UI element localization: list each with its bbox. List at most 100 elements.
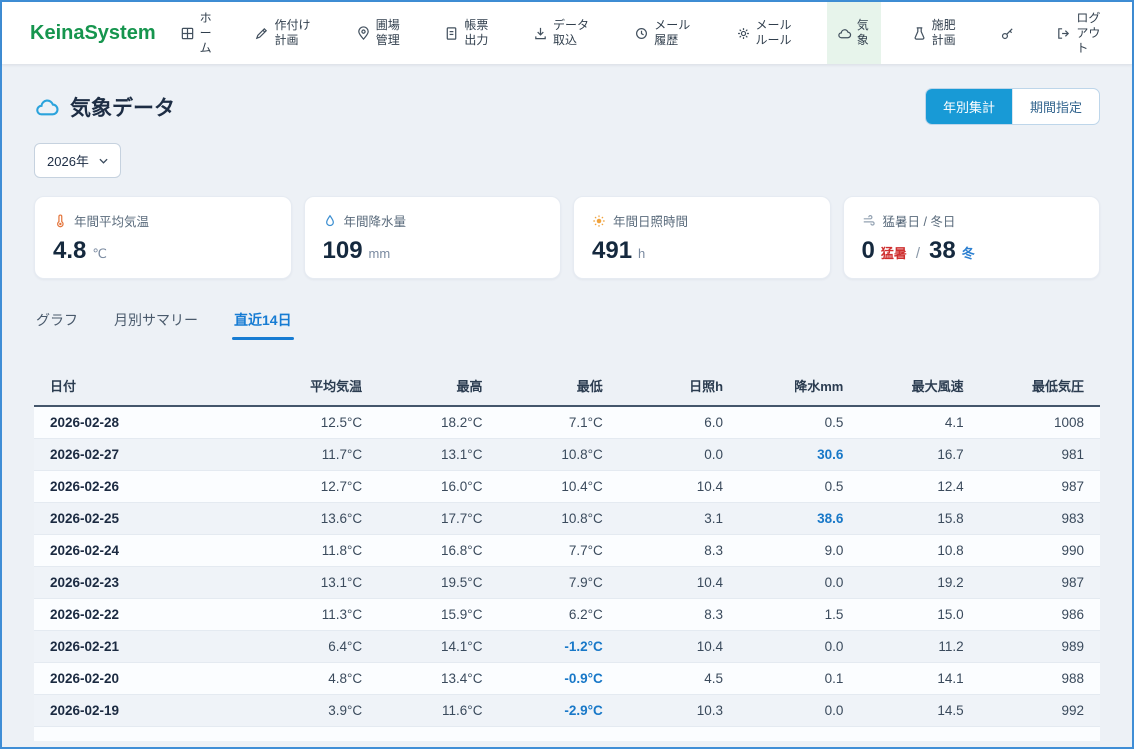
mail-rules-icon	[736, 26, 751, 41]
header-precipitation: 降水mm	[739, 366, 859, 406]
table-row: 2026-02-25 13.6°C 17.7°C 10.8°C 3.1 38.6…	[34, 503, 1100, 535]
cell-max-temp: 19.5°C	[378, 567, 498, 599]
cell-sunshine: 4.5	[619, 663, 739, 695]
field-management-icon	[356, 26, 371, 41]
header-max-wind: 最大風速	[859, 366, 979, 406]
year-select[interactable]: 2026年	[34, 143, 121, 178]
cell-min-temp: 7.9°C	[498, 567, 618, 599]
nav-item-data-import[interactable]: データ取込	[523, 2, 603, 64]
cold-days-value: 38	[929, 237, 956, 265]
cell-min-temp: 10.8°C	[498, 439, 618, 471]
header-min-pressure: 最低気圧	[980, 366, 1100, 406]
cell-precipitation: 30.6	[739, 439, 859, 471]
tab-monthly-summary[interactable]: 月別サマリー	[112, 304, 200, 340]
header-max-temp: 最高	[378, 366, 498, 406]
cell-min-pressure: 983	[980, 503, 1100, 535]
cell-min-temp: 10.4°C	[498, 471, 618, 503]
table-row: 2026-02-24 11.8°C 16.8°C 7.7°C 8.3 9.0 1…	[34, 535, 1100, 567]
cell-min-pressure: 989	[980, 631, 1100, 663]
nav-item-mail-history[interactable]: メール履歴	[624, 2, 704, 64]
nav-item-planting-plan[interactable]: 作付け計画	[244, 2, 324, 64]
cell-max-wind: 4.1	[859, 406, 979, 439]
cell-max-wind: 15.0	[859, 599, 979, 631]
cell-precipitation: 0.0	[739, 567, 859, 599]
cell-max-temp: 13.4°C	[378, 663, 498, 695]
nav-item-fertilization-plan[interactable]: 施肥計画	[902, 2, 970, 64]
cell-min-pressure: 981	[980, 439, 1100, 471]
cell-avg-temp: 11.8°C	[258, 535, 378, 567]
table-row-partial	[34, 727, 1100, 741]
nav-item-logout[interactable]: ログアウト	[1046, 2, 1114, 64]
weather-icon	[837, 26, 852, 41]
cell-avg-temp: 13.6°C	[258, 503, 378, 535]
stat-unit: h	[638, 246, 645, 261]
nav-item-field-management[interactable]: 圃場管理	[346, 2, 414, 64]
tab-graph[interactable]: グラフ	[34, 304, 80, 340]
top-nav: KeinaSystem ホーム 作付け計画 圃場管理 帳票出力	[2, 2, 1132, 64]
cell-sunshine: 10.4	[619, 631, 739, 663]
cell-date: 2026-02-22	[34, 599, 258, 631]
tab-recent-14days[interactable]: 直近14日	[232, 304, 294, 340]
cell-min-temp: 7.7°C	[498, 535, 618, 567]
mail-history-icon	[634, 26, 649, 41]
cell-max-wind: 10.8	[859, 535, 979, 567]
stat-card-extreme-days: 猛暑日 / 冬日 0 猛暑 / 38 冬	[843, 196, 1101, 279]
nav-item-key[interactable]	[990, 2, 1025, 64]
table-row: 2026-02-27 11.7°C 13.1°C 10.8°C 0.0 30.6…	[34, 439, 1100, 471]
cell-sunshine: 8.3	[619, 599, 739, 631]
cold-days-label: 冬	[962, 243, 975, 262]
stat-unit: mm	[369, 246, 391, 261]
cell-precipitation: 1.5	[739, 599, 859, 631]
stat-label: 年間平均気温	[74, 211, 149, 230]
cell-max-temp: 16.0°C	[378, 471, 498, 503]
cell-min-pressure: 987	[980, 471, 1100, 503]
year-select-value: 2026年	[47, 151, 89, 170]
page-title: 気象データ	[70, 92, 175, 122]
wind-icon	[862, 214, 876, 228]
cell-max-wind: 14.5	[859, 695, 979, 727]
period-select-button[interactable]: 期間指定	[1012, 89, 1099, 124]
nav-item-label: ログアウト	[1076, 11, 1104, 56]
cell-avg-temp: 12.5°C	[258, 406, 378, 439]
cell-max-temp: 14.1°C	[378, 631, 498, 663]
nav-item-label: データ取込	[553, 18, 593, 48]
cell-date: 2026-02-27	[34, 439, 258, 471]
fertilization-plan-icon	[912, 26, 927, 41]
cell-avg-temp: 11.3°C	[258, 599, 378, 631]
cell-max-wind: 16.7	[859, 439, 979, 471]
stat-card-avg-temp: 年間平均気温 4.8 ℃	[34, 196, 292, 279]
sun-icon	[592, 214, 606, 228]
nav-item-label: 帳票出力	[464, 18, 492, 48]
cell-precipitation: 9.0	[739, 535, 859, 567]
cloud-icon	[34, 94, 60, 120]
cell-max-wind: 11.2	[859, 631, 979, 663]
cell-avg-temp: 3.9°C	[258, 695, 378, 727]
table-row: 2026-02-28 12.5°C 18.2°C 7.1°C 6.0 0.5 4…	[34, 406, 1100, 439]
cell-sunshine: 6.0	[619, 406, 739, 439]
nav-item-label: 気象	[857, 18, 871, 48]
nav-item-label: メールルール	[756, 18, 796, 48]
main-content: 気象データ 年別集計 期間指定 2026年 年間平均気温 4.8 ℃	[2, 64, 1132, 741]
cell-avg-temp: 12.7°C	[258, 471, 378, 503]
stat-value: 109	[323, 237, 363, 265]
cell-max-temp: 15.9°C	[378, 599, 498, 631]
cell-precipitation: 0.5	[739, 471, 859, 503]
stat-card-sunshine: 年間日照時間 491 h	[573, 196, 831, 279]
stat-value: 4.8	[53, 237, 86, 265]
app-logo[interactable]: KeinaSystem	[30, 22, 156, 45]
cell-date: 2026-02-21	[34, 631, 258, 663]
nav-item-label: ホーム	[200, 11, 214, 56]
nav-item-weather[interactable]: 気象	[827, 2, 881, 64]
table-row: 2026-02-23 13.1°C 19.5°C 7.9°C 10.4 0.0 …	[34, 567, 1100, 599]
nav-item-home[interactable]: ホーム	[170, 2, 224, 64]
nav-item-mail-rules[interactable]: メールルール	[726, 2, 806, 64]
cell-max-wind: 14.1	[859, 663, 979, 695]
key-icon	[1000, 26, 1015, 41]
cell-avg-temp: 4.8°C	[258, 663, 378, 695]
nav-item-report-output[interactable]: 帳票出力	[434, 2, 502, 64]
cell-min-pressure: 990	[980, 535, 1100, 567]
header-date: 日付	[34, 366, 258, 406]
cell-min-temp: 6.2°C	[498, 599, 618, 631]
stat-label: 猛暑日 / 冬日	[883, 211, 956, 230]
yearly-summary-button[interactable]: 年別集計	[926, 89, 1012, 124]
